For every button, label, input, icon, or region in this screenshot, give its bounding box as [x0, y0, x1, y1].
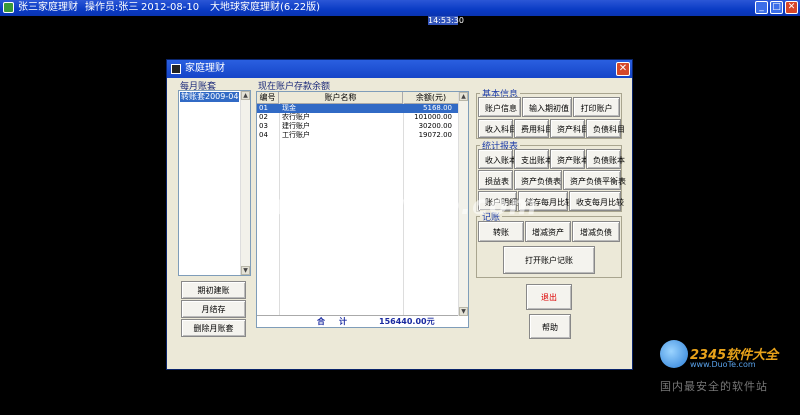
input-opening-button[interactable]: 输入期初值	[522, 97, 572, 117]
watermark-text: www.DuoTe.com	[275, 190, 538, 221]
change-asset-button[interactable]: 增减资产	[525, 221, 571, 242]
totals-label-he: 合	[317, 317, 325, 326]
cell-balance: 30200.00	[418, 122, 452, 130]
dialog-title: 家庭理财	[185, 63, 225, 74]
app-name: 大地球家庭理财(6.22版)	[210, 2, 321, 13]
asset-ledger-button[interactable]: 资产账本	[550, 149, 589, 169]
cell-no: 01	[259, 104, 268, 112]
expense-ledger-button[interactable]: 支出账本	[514, 149, 553, 169]
window-controls: _ □ ✕	[755, 1, 798, 14]
liability-subject-button[interactable]: 负债科目	[586, 119, 625, 138]
scroll-down-icon[interactable]: ▼	[241, 266, 250, 275]
delete-month-button[interactable]: 删除月账套	[181, 319, 246, 337]
cell-balance: 101000.00	[414, 113, 452, 121]
column-header[interactable]: 账户名称	[279, 92, 403, 103]
close-icon[interactable]: ✕	[785, 1, 798, 14]
cell-name: 农行账户	[282, 113, 310, 121]
totals-row: 合 计 156440.00元	[257, 315, 458, 327]
app-title-bar: 张三家庭理财 操作员:张三 2012-08-10 大地球家庭理财(6.22版) …	[0, 0, 800, 16]
dialog-title-bar: 家庭理财 ✕	[167, 60, 632, 78]
site-logo: 2345软件大全 www.DuoTe.com 国内最安全的软件站	[660, 340, 798, 394]
list-item[interactable]: 转账套2009-04-12	[180, 92, 239, 102]
ledger-scrollbar[interactable]: ▲ ▼	[240, 91, 250, 275]
cell-no: 02	[259, 113, 268, 121]
cell-name: 工行账户	[282, 131, 310, 139]
table-row[interactable]: 04 工行账户 19072.00	[257, 131, 458, 140]
print-account-button[interactable]: 打印账户	[573, 97, 620, 117]
app-icon	[3, 2, 14, 13]
logo-slogan: 国内最安全的软件站	[660, 380, 768, 393]
table-row[interactable]: 01 现金 5168.00	[257, 104, 458, 113]
scroll-up-icon[interactable]: ▲	[241, 91, 250, 100]
income-expense-compare-button[interactable]: 收支每月比较	[569, 191, 624, 211]
grid-header: 编号 账户名称 余额(元)	[257, 92, 460, 104]
dialog-icon	[171, 64, 181, 74]
current-date: 2012-08-10	[141, 2, 200, 13]
expense-subject-button[interactable]: 费用科目	[514, 119, 553, 138]
clock-display: 14:53:30	[428, 16, 464, 25]
logo-badge-icon	[660, 340, 688, 368]
table-row[interactable]: 02 农行账户 101000.00	[257, 113, 458, 122]
period-init-button[interactable]: 期初建账	[181, 281, 246, 299]
maximize-icon[interactable]: □	[770, 1, 783, 14]
help-button[interactable]: 帮助	[529, 314, 571, 339]
month-close-button[interactable]: 月结存	[181, 300, 246, 318]
scroll-up-icon[interactable]: ▲	[459, 92, 468, 101]
cell-no: 03	[259, 122, 268, 130]
profit-loss-button[interactable]: 损益表	[478, 170, 513, 190]
operator-label: 操作员:张三	[85, 2, 139, 13]
cell-name: 现金	[282, 104, 296, 112]
scroll-down-icon[interactable]: ▼	[459, 307, 468, 316]
balance-table-button[interactable]: 资产负债平衡表	[563, 170, 626, 190]
cell-balance: 5168.00	[423, 104, 452, 112]
cell-name: 建行账户	[282, 122, 310, 130]
dialog-close-button[interactable]: ✕	[616, 62, 630, 76]
user-title: 张三家庭理财	[18, 2, 78, 13]
transfer-button[interactable]: 转账	[478, 221, 524, 242]
change-liability-button[interactable]: 增减负债	[572, 221, 620, 242]
column-header[interactable]: 编号	[257, 92, 279, 103]
asset-subject-button[interactable]: 资产科目	[550, 119, 589, 138]
balance-sheet-button[interactable]: 资产负债表	[514, 170, 562, 190]
totals-value: 156440.00元	[379, 317, 435, 326]
account-info-button[interactable]: 账户信息	[478, 97, 521, 117]
column-header[interactable]: 余额(元)	[403, 92, 460, 103]
income-ledger-button[interactable]: 收入账本	[478, 149, 517, 169]
exit-button[interactable]: 退出	[526, 284, 572, 310]
cell-no: 04	[259, 131, 268, 139]
income-subject-button[interactable]: 收入科目	[478, 119, 517, 138]
minimize-icon[interactable]: _	[755, 1, 768, 14]
monthly-ledger-list[interactable]: 转账套2009-04-12 ▲ ▼	[178, 90, 251, 276]
liability-ledger-button[interactable]: 负债账本	[586, 149, 625, 169]
totals-label-ji: 计	[339, 317, 347, 326]
open-account-record-button[interactable]: 打开账户记账	[503, 246, 595, 274]
logo-url: www.DuoTe.com	[690, 360, 756, 369]
table-row[interactable]: 03 建行账户 30200.00	[257, 122, 458, 131]
cell-balance: 19072.00	[418, 131, 452, 139]
